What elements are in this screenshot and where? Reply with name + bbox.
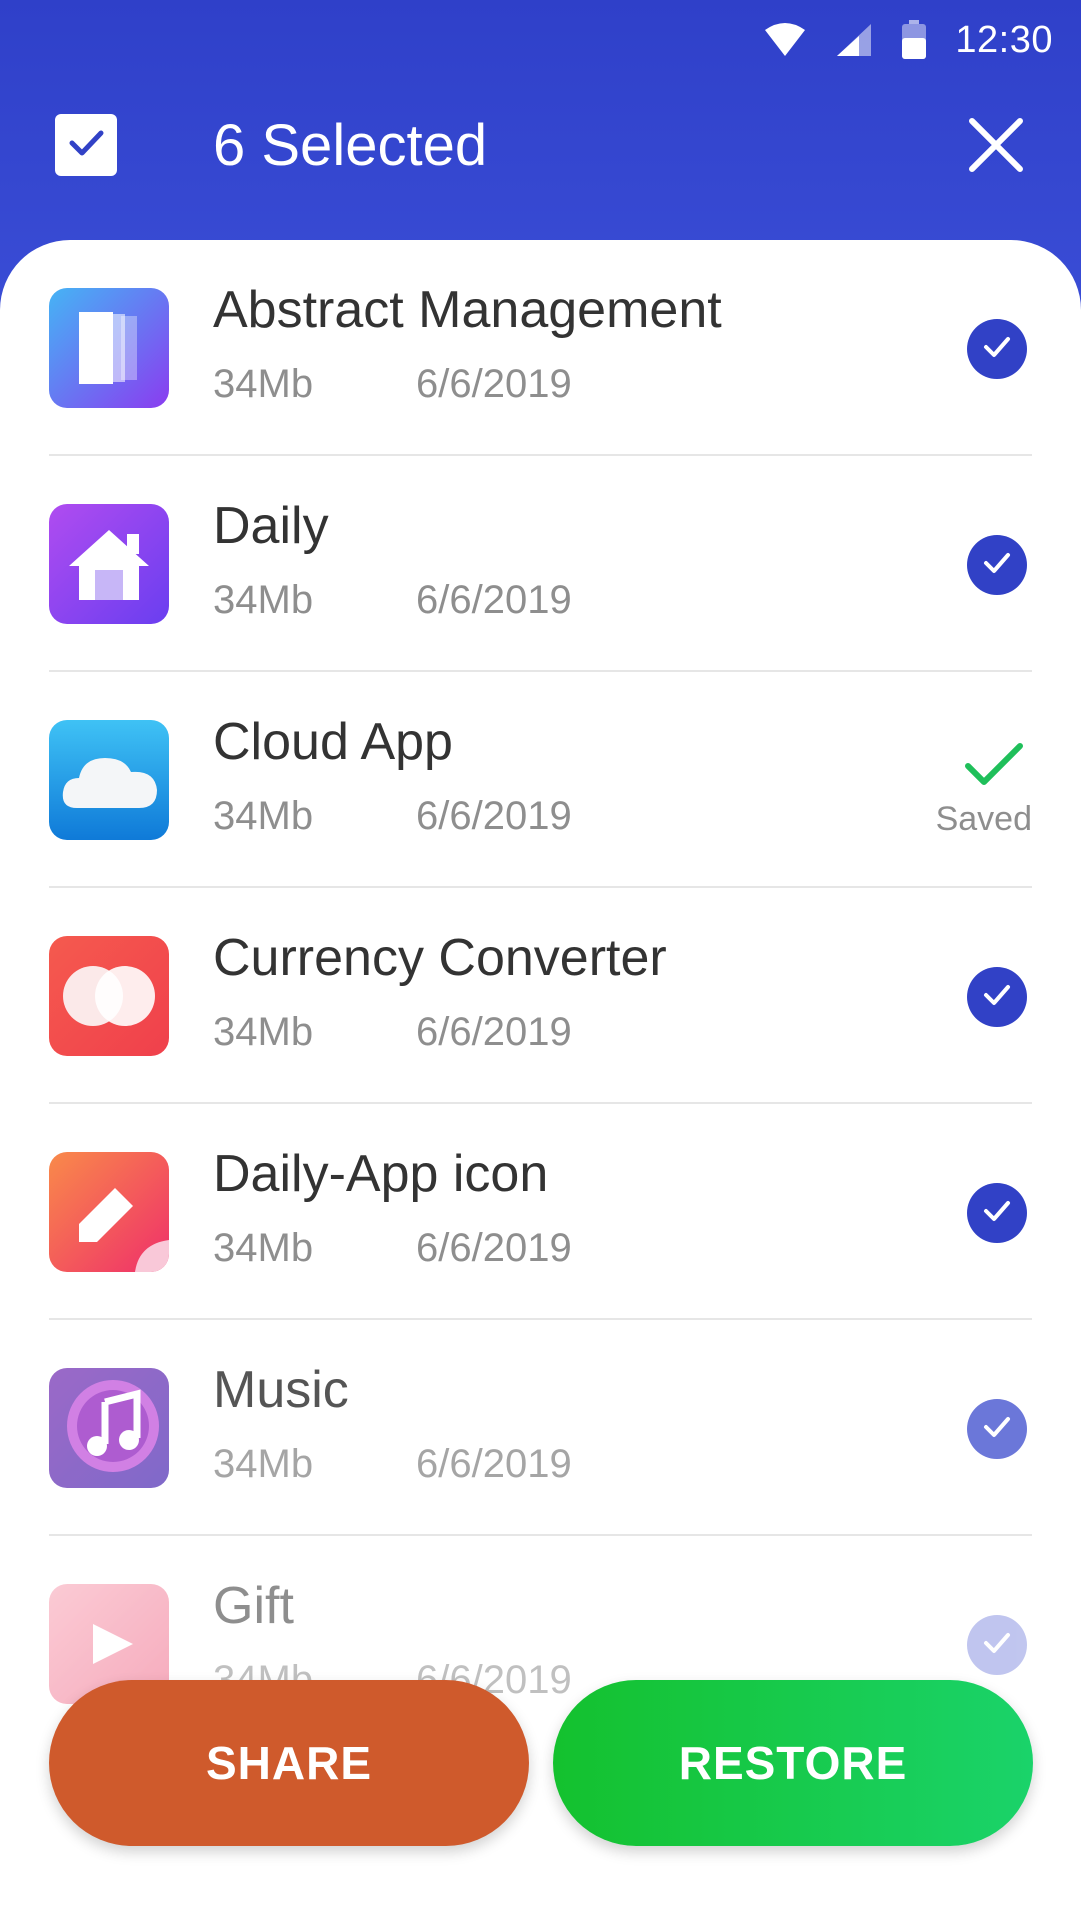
music-app-icon: [49, 1368, 169, 1488]
status-time: 12:30: [955, 18, 1053, 61]
check-icon: [980, 1194, 1014, 1233]
check-icon: [980, 978, 1014, 1017]
selected-check-button[interactable]: [967, 535, 1027, 595]
daily-home-app-icon: [49, 504, 169, 624]
app-size: 34Mb: [213, 1442, 314, 1486]
app-name: Daily: [213, 497, 329, 555]
app-date: 6/6/2019: [416, 1442, 572, 1486]
saved-label: Saved: [935, 800, 1032, 838]
app-date: 6/6/2019: [416, 1010, 572, 1054]
app-name: Daily-App icon: [213, 1145, 549, 1203]
selected-check-button[interactable]: [967, 1183, 1027, 1243]
list-item[interactable]: Abstract Management 34Mb 6/6/2019: [0, 240, 1081, 456]
battery-icon: [901, 20, 927, 60]
app-size: 34Mb: [213, 578, 314, 622]
daily-app-pencil-icon: [49, 1152, 169, 1272]
saved-check-icon: [964, 742, 1024, 793]
check-icon: [980, 330, 1014, 369]
app-name: Abstract Management: [213, 281, 722, 339]
list-item[interactable]: Daily 34Mb 6/6/2019: [0, 456, 1081, 672]
close-icon: [966, 115, 1026, 180]
check-icon: [980, 1410, 1014, 1449]
share-button[interactable]: SHARE: [49, 1680, 529, 1846]
selected-check-button[interactable]: [967, 967, 1027, 1027]
list-item[interactable]: Daily-App icon 34Mb 6/6/2019: [0, 1104, 1081, 1320]
app-name: Gift: [213, 1577, 294, 1635]
check-icon: [980, 1626, 1014, 1665]
app-name: Currency Converter: [213, 929, 667, 987]
app-size: 34Mb: [213, 1010, 314, 1054]
selected-check-button[interactable]: [967, 1399, 1027, 1459]
app-date: 6/6/2019: [416, 362, 572, 406]
saved-status: Saved: [922, 742, 1032, 842]
cloud-app-icon: [49, 720, 169, 840]
restore-button[interactable]: RESTORE: [553, 1680, 1033, 1846]
app-name: Cloud App: [213, 713, 453, 771]
status-bar: 12:30: [763, 0, 1081, 80]
app-date: 6/6/2019: [416, 794, 572, 838]
list-item[interactable]: Cloud App 34Mb 6/6/2019 Saved: [0, 672, 1081, 888]
select-all-checkbox[interactable]: [55, 114, 117, 176]
cellular-signal-icon: [835, 22, 873, 58]
selected-check-button[interactable]: [967, 319, 1027, 379]
list-item[interactable]: Currency Converter 34Mb 6/6/2019: [0, 888, 1081, 1104]
action-bar: SHARE RESTORE: [0, 1680, 1081, 1850]
list-item[interactable]: Music 34Mb 6/6/2019: [0, 1320, 1081, 1536]
check-icon: [980, 546, 1014, 585]
selected-check-button[interactable]: [967, 1615, 1027, 1675]
wifi-icon: [763, 22, 807, 58]
app-date: 6/6/2019: [416, 1226, 572, 1270]
abstract-management-app-icon: [49, 288, 169, 408]
selection-header: 6 Selected: [0, 100, 1081, 200]
currency-converter-app-icon: [49, 936, 169, 1056]
app-size: 34Mb: [213, 794, 314, 838]
close-button[interactable]: [963, 114, 1029, 180]
app-name: Music: [213, 1361, 349, 1419]
app-size: 34Mb: [213, 1226, 314, 1270]
app-size: 34Mb: [213, 362, 314, 406]
checkbox-checked-icon: [64, 121, 108, 170]
app-date: 6/6/2019: [416, 578, 572, 622]
app-list-sheet: Abstract Management 34Mb 6/6/2019 Daily …: [0, 240, 1081, 1920]
page-title: 6 Selected: [213, 113, 488, 178]
